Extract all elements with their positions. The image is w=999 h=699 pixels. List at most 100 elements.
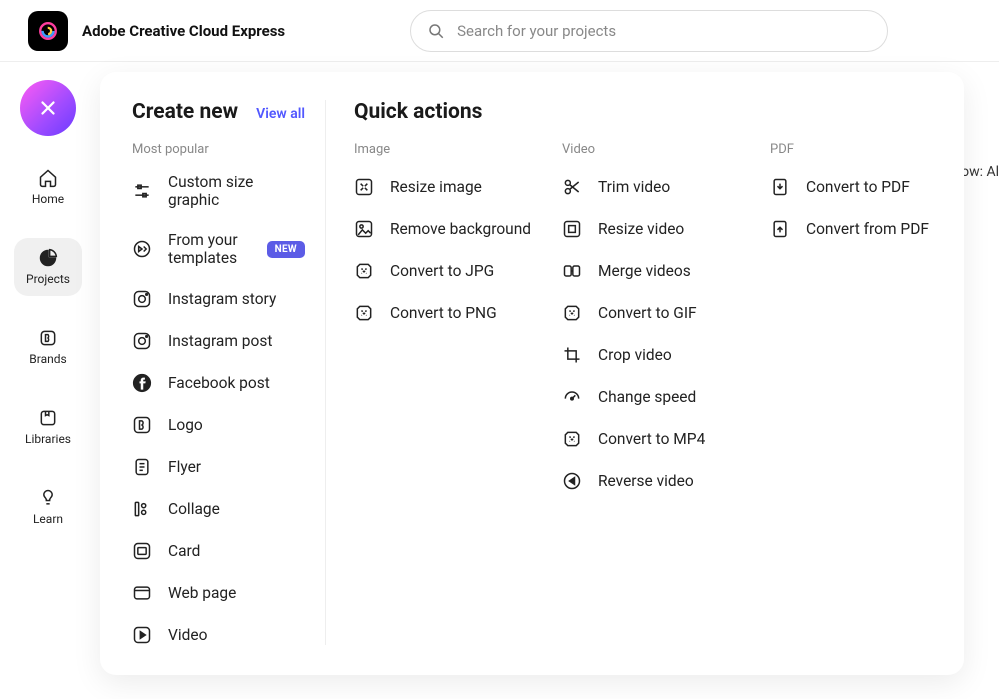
convert-icon (562, 303, 582, 323)
reverse-icon (562, 471, 582, 491)
card-icon (132, 541, 152, 561)
quick-convert-mp4[interactable]: Convert to MP4 (562, 429, 740, 449)
search-input[interactable] (457, 22, 871, 40)
quick-resize-video[interactable]: Resize video (562, 219, 740, 239)
create-item-facebook-post[interactable]: Facebook post (132, 373, 305, 393)
quick-merge-videos[interactable]: Merge videos (562, 261, 740, 281)
trim-icon (562, 177, 582, 197)
creative-cloud-express-icon (34, 17, 62, 45)
sidebar-item-learn[interactable]: Learn (14, 478, 82, 536)
from-pdf-icon (770, 219, 790, 239)
item-label: Resize image (390, 178, 482, 196)
quick-convert-gif[interactable]: Convert to GIF (562, 303, 740, 323)
new-badge: NEW (267, 241, 305, 258)
brands-icon (38, 328, 58, 348)
templates-icon (132, 239, 152, 259)
learn-icon (38, 488, 58, 508)
resize-icon (354, 177, 374, 197)
top-bar: Adobe Creative Cloud Express (0, 0, 999, 62)
quick-crop-video[interactable]: Crop video (562, 345, 740, 365)
projects-icon (38, 248, 58, 268)
quick-convert-jpg[interactable]: Convert to JPG (354, 261, 532, 281)
crop-icon (562, 345, 582, 365)
quick-remove-bg[interactable]: Remove background (354, 219, 532, 239)
quick-convert-from-pdf[interactable]: Convert from PDF (770, 219, 930, 239)
sidebar-item-brands[interactable]: Brands (14, 318, 82, 376)
quick-resize-image[interactable]: Resize image (354, 177, 532, 197)
create-item-custom-size[interactable]: Custom size graphic (132, 173, 305, 209)
quick-convert-to-pdf[interactable]: Convert to PDF (770, 177, 930, 197)
item-label: Instagram post (168, 332, 272, 350)
quick-trim-video[interactable]: Trim video (562, 177, 740, 197)
create-new-heading: Create new (132, 100, 238, 124)
item-label: Merge videos (598, 262, 691, 280)
close-icon (37, 97, 59, 119)
create-item-collage[interactable]: Collage (132, 499, 305, 519)
quick-change-speed[interactable]: Change speed (562, 387, 740, 407)
sidebar-item-label: Learn (33, 512, 63, 526)
item-label: Trim video (598, 178, 670, 196)
most-popular-heading: Most popular (132, 142, 305, 157)
create-item-card[interactable]: Card (132, 541, 305, 561)
libraries-icon (38, 408, 58, 428)
item-label: Convert to PNG (390, 304, 497, 322)
remove-bg-icon (354, 219, 374, 239)
create-item-from-templates[interactable]: From your templates NEW (132, 231, 305, 267)
item-label: Convert to JPG (390, 262, 494, 280)
convert-icon (354, 303, 374, 323)
quick-video-heading: Video (562, 142, 740, 157)
item-label: Flyer (168, 458, 201, 476)
item-label: Custom size graphic (168, 173, 305, 209)
app-title: Adobe Creative Cloud Express (82, 22, 285, 40)
sidebar-item-projects[interactable]: Projects (14, 238, 82, 296)
to-pdf-icon (770, 177, 790, 197)
item-label: Resize video (598, 220, 684, 238)
quick-image-heading: Image (354, 142, 532, 157)
create-item-logo[interactable]: Logo (132, 415, 305, 435)
background-text-fragment: ow: Al (961, 164, 999, 180)
sliders-icon (132, 181, 152, 201)
item-label: Collage (168, 500, 220, 518)
item-label: Logo (168, 416, 203, 434)
item-label: Convert to PDF (806, 178, 910, 196)
item-label: Facebook post (168, 374, 270, 392)
create-item-video[interactable]: Video (132, 625, 305, 645)
home-icon (38, 168, 58, 188)
create-panel: Create new View all Most popular Custom … (100, 72, 964, 675)
quick-pdf-heading: PDF (770, 142, 930, 157)
create-item-instagram-post[interactable]: Instagram post (132, 331, 305, 351)
resize-video-icon (562, 219, 582, 239)
item-label: Instagram story (168, 290, 276, 308)
sidebar-item-home[interactable]: Home (14, 158, 82, 216)
sidebar-item-label: Libraries (25, 432, 71, 446)
create-new-button[interactable] (20, 80, 76, 136)
item-label: Crop video (598, 346, 672, 364)
sidebar-item-libraries[interactable]: Libraries (14, 398, 82, 456)
quick-actions-heading: Quick actions (354, 100, 482, 124)
collage-icon (132, 499, 152, 519)
app-logo (28, 11, 68, 51)
facebook-icon (132, 373, 152, 393)
create-item-web-page[interactable]: Web page (132, 583, 305, 603)
create-item-instagram-story[interactable]: Instagram story (132, 289, 305, 309)
item-label: Change speed (598, 388, 696, 406)
item-label: Convert to MP4 (598, 430, 705, 448)
web-page-icon (132, 583, 152, 603)
quick-reverse-video[interactable]: Reverse video (562, 471, 740, 491)
create-item-flyer[interactable]: Flyer (132, 457, 305, 477)
quick-convert-png[interactable]: Convert to PNG (354, 303, 532, 323)
instagram-icon (132, 331, 152, 351)
sidebar: Home Projects Brands Libraries Learn (0, 62, 96, 536)
item-label: From your templates (168, 231, 251, 267)
convert-icon (354, 261, 374, 281)
item-label: Card (168, 542, 200, 560)
convert-icon (562, 429, 582, 449)
flyer-icon (132, 457, 152, 477)
search-box[interactable] (410, 10, 888, 52)
view-all-link[interactable]: View all (256, 106, 305, 122)
item-label: Reverse video (598, 472, 694, 490)
video-icon (132, 625, 152, 645)
merge-icon (562, 261, 582, 281)
speed-icon (562, 387, 582, 407)
item-label: Convert to GIF (598, 304, 697, 322)
